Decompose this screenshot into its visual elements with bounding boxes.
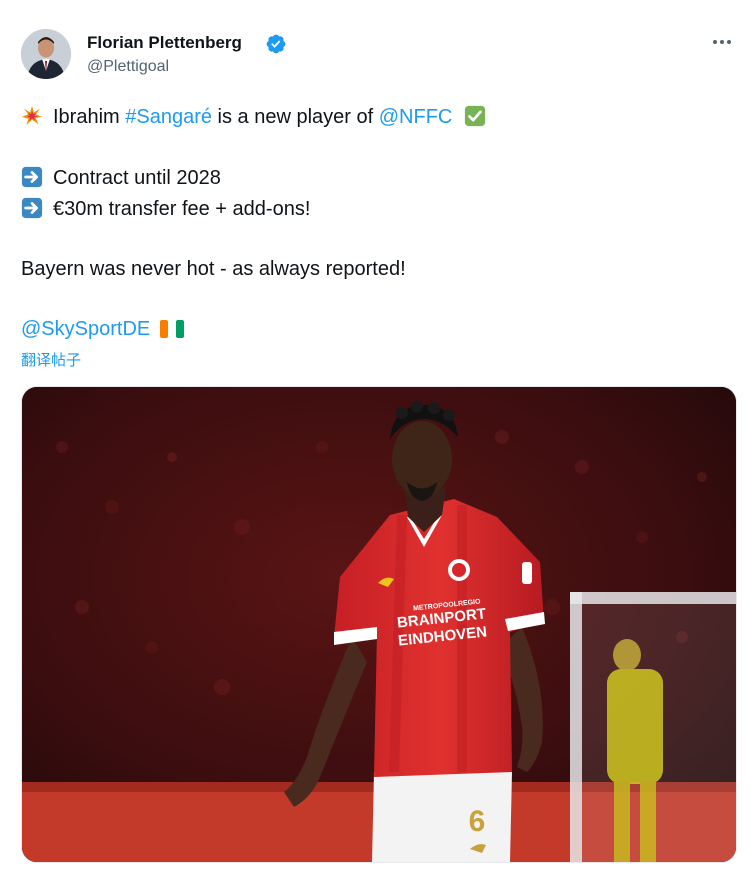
mention-link-nffc[interactable]: @NFFC bbox=[379, 106, 453, 128]
hashtag-link[interactable]: #Sangaré bbox=[125, 106, 212, 128]
fee-text: €30m transfer fee + add-ons! bbox=[53, 198, 311, 220]
goal-crossbar bbox=[570, 592, 736, 604]
more-options-icon[interactable] bbox=[710, 30, 734, 54]
tweet-line-5: @SkySportDE bbox=[21, 318, 184, 341]
right-arrow-icon bbox=[21, 197, 43, 219]
tweet-text-middle: is a new player of bbox=[212, 106, 379, 128]
right-arrow-icon bbox=[21, 166, 43, 188]
author-handle[interactable]: @Plettigoal bbox=[87, 58, 169, 76]
tweet-line-3: €30m transfer fee + add-ons! bbox=[21, 197, 310, 221]
check-mark-icon bbox=[464, 105, 486, 127]
mention-link-skysportde[interactable]: @SkySportDE bbox=[21, 318, 150, 340]
contract-text: Contract until 2028 bbox=[53, 167, 221, 189]
tweet-line-2: Contract until 2028 bbox=[21, 166, 221, 190]
translate-post-link[interactable]: 翻译帖子 bbox=[21, 349, 81, 370]
player-shorts bbox=[372, 772, 512, 862]
author-name[interactable]: Florian Plettenberg bbox=[87, 33, 242, 53]
tweet-card: Florian Plettenberg @Plettigoal Ibrahim … bbox=[0, 0, 750, 873]
tweet-text-prefix: Ibrahim bbox=[53, 106, 126, 128]
tweet-line-4: Bayern was never hot - as always reporte… bbox=[21, 258, 406, 281]
collision-icon bbox=[21, 105, 43, 126]
shirt-number: 6 bbox=[469, 805, 486, 838]
avatar[interactable] bbox=[21, 29, 71, 79]
ivory-coast-flag-icon bbox=[159, 320, 184, 338]
goal-post bbox=[570, 592, 582, 862]
bayern-text: Bayern was never hot - as always reporte… bbox=[21, 258, 406, 280]
tweet-media-image[interactable]: METROPOOLREGIO BRAINPORT EINDHOVEN 6 bbox=[21, 386, 737, 863]
player-head bbox=[392, 421, 452, 497]
avatar-image bbox=[21, 29, 71, 79]
verified-badge-icon bbox=[266, 34, 286, 54]
tweet-line-1: Ibrahim #Sangaré is a new player of @NFF… bbox=[21, 105, 486, 129]
photo-player-sangare: METROPOOLREGIO BRAINPORT EINDHOVEN 6 bbox=[22, 387, 736, 862]
